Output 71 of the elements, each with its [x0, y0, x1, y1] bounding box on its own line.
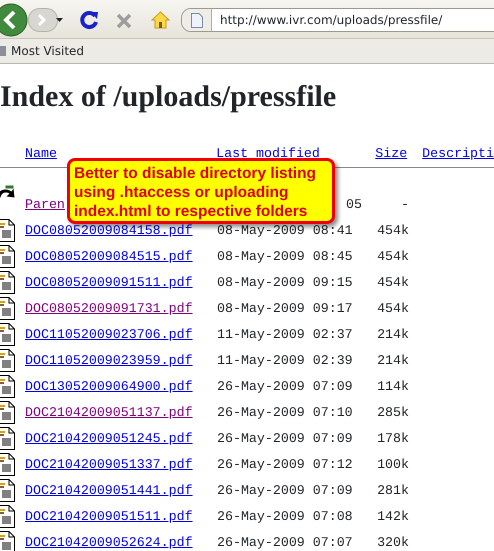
date-text: 26-May-2009 07:07 — [217, 535, 353, 550]
document-icon — [0, 505, 15, 528]
document-icon — [0, 531, 15, 551]
column-header-link[interactable]: Descripti — [422, 146, 494, 161]
caret-icon[interactable] — [56, 18, 63, 23]
reload-icon[interactable] — [79, 10, 99, 30]
date-text: 26-May-2009 07:12 — [217, 457, 353, 472]
back-arrow-icon — [0, 185, 15, 198]
file-link[interactable]: DOC08052009091511.pdf — [25, 275, 193, 290]
bookmark-icon — [0, 45, 7, 57]
size-text: 454k — [377, 223, 409, 238]
file-link[interactable]: DOC21042009052624.pdf — [25, 535, 193, 550]
document-icon — [0, 323, 15, 346]
page-icon — [190, 12, 202, 28]
size-text: 285k — [377, 405, 409, 420]
date-text: 26-May-2009 07:09 — [217, 431, 353, 446]
date-text: 08-May-2009 09:17 — [217, 301, 353, 316]
size-text: 454k — [377, 301, 409, 316]
size-text: 320k — [377, 535, 409, 550]
column-header-link[interactable]: Last modified — [216, 146, 320, 161]
file-link[interactable]: DOC11052009023706.pdf — [25, 327, 193, 342]
size-text: 100k — [377, 457, 409, 472]
page-heading: Index of /uploads/pressfile — [0, 79, 338, 115]
date-text: 08-May-2009 08:41 — [217, 223, 353, 238]
date-text: 11-May-2009 02:37 — [217, 327, 353, 342]
size-text: - — [401, 197, 409, 212]
document-icon — [0, 271, 15, 294]
document-icon — [0, 453, 15, 476]
date-text: 26-May-2009 07:09 — [217, 483, 353, 498]
document-icon — [0, 401, 15, 424]
size-text: 454k — [377, 275, 409, 290]
date-text: 26-May-2009 07:10 — [217, 405, 353, 420]
file-link[interactable]: DOC21042009051511.pdf — [25, 509, 193, 524]
date-text: 08-May-2009 09:15 — [217, 275, 353, 290]
date-text: 11-May-2009 02:39 — [217, 353, 353, 368]
file-link[interactable]: DOC21042009051337.pdf — [25, 457, 193, 472]
back-button[interactable] — [0, 3, 28, 37]
column-header-link[interactable]: Name — [25, 146, 57, 161]
file-link[interactable]: DOC08052009091731.pdf — [25, 301, 193, 316]
file-link[interactable]: Paren — [25, 197, 65, 212]
size-text: 214k — [377, 353, 409, 368]
file-link[interactable]: DOC21042009051441.pdf — [25, 483, 193, 498]
address-bar[interactable]: http://www.ivr.com/uploads/pressfile/ — [181, 8, 494, 32]
callout-tooltip: Better to disable directory listing using .htaccess or uploading index.html to respective folders — [67, 158, 335, 224]
file-link[interactable]: DOC13052009064900.pdf — [25, 379, 193, 394]
size-text: 214k — [377, 327, 409, 342]
url-text: http://www.ivr.com/uploads/pressfile/ — [219, 12, 442, 29]
document-icon — [0, 375, 15, 398]
document-icon — [0, 297, 15, 320]
size-text: 178k — [377, 431, 409, 446]
size-text: 142k — [377, 509, 409, 524]
column-header-link[interactable]: Size — [375, 146, 408, 161]
document-icon — [0, 245, 15, 268]
size-text: 281k — [377, 483, 409, 498]
size-text: 114k — [377, 379, 409, 394]
size-text: 454k — [377, 249, 409, 264]
document-icon — [0, 479, 15, 502]
file-link[interactable]: DOC21042009051245.pdf — [25, 431, 193, 446]
document-icon — [0, 219, 15, 242]
file-link[interactable]: DOC08052009084158.pdf — [25, 223, 193, 238]
date-text: 08-May-2009 08:45 — [217, 249, 353, 264]
date-text: 26-May-2009 07:08 — [217, 509, 353, 524]
file-link[interactable]: DOC08052009084515.pdf — [25, 249, 193, 264]
file-link[interactable]: DOC11052009023959.pdf — [25, 353, 193, 368]
document-icon — [0, 349, 15, 372]
file-link[interactable]: DOC21042009051137.pdf — [25, 405, 193, 420]
document-icon — [0, 427, 15, 450]
bookmark-item[interactable]: Most Visited — [0, 42, 84, 60]
date-text: 26-May-2009 07:09 — [217, 379, 353, 394]
home-icon[interactable] — [151, 11, 170, 29]
date-text: 05 — [346, 197, 362, 212]
